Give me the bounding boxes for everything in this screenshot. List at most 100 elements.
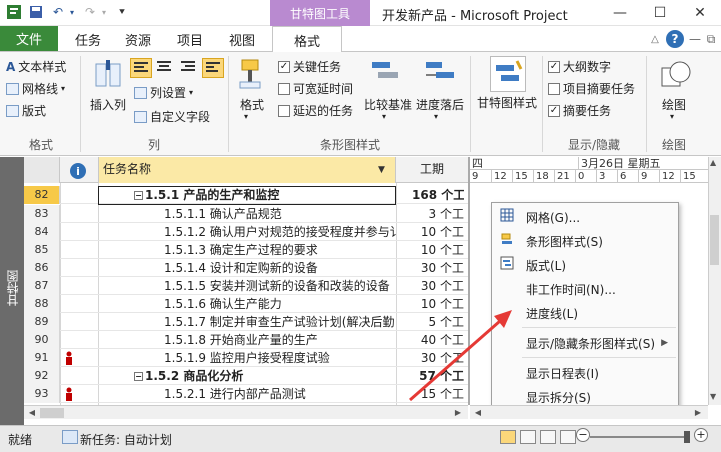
- task-name-cell[interactable]: 1.5.1.4 设计和定购新的设备: [164, 259, 396, 277]
- duration-cell[interactable]: 3 个工: [412, 205, 464, 223]
- duration-cell[interactable]: 168 个工: [412, 186, 464, 204]
- menu-item-layout[interactable]: 版式(L): [492, 253, 678, 277]
- layout-button[interactable]: 版式: [6, 102, 46, 119]
- compare-baseline-button[interactable]: 比较基准: [362, 96, 414, 113]
- task-name-cell[interactable]: 1.5.1.9 监控用户接受程度试验: [164, 349, 396, 367]
- undo-dropdown-icon[interactable]: ▾: [64, 4, 80, 20]
- collapse-ribbon-icon[interactable]: △: [646, 30, 664, 48]
- task-name-cell[interactable]: 1.5.1.2 确认用户对规范的接受程度并参与讠: [164, 223, 396, 241]
- menu-item-gridlines[interactable]: 网格(G)...: [492, 205, 678, 229]
- help-icon[interactable]: ?: [666, 30, 684, 48]
- horizontal-scroll-thumb[interactable]: [40, 408, 64, 418]
- late-tasks-checkbox[interactable]: 延迟的任务: [278, 102, 353, 119]
- table-row[interactable]: 83 1.5.1.1 确认产品规范 3 个工: [24, 205, 468, 223]
- menu-item-label: 版式(L): [526, 258, 567, 273]
- zoom-slider[interactable]: [590, 436, 690, 438]
- gantt-view-button[interactable]: [500, 430, 516, 444]
- scroll-right-icon[interactable]: ▶: [692, 407, 704, 419]
- duration-cell[interactable]: 30 个工: [412, 259, 464, 277]
- menu-item-bar-styles[interactable]: 条形图样式(S): [492, 229, 678, 253]
- table-row[interactable]: 84 1.5.1.2 确认用户对规范的接受程度并参与讠 10 个工: [24, 223, 468, 241]
- insert-column-button[interactable]: 插入列: [86, 96, 130, 113]
- minimize-button[interactable]: —: [600, 0, 640, 26]
- slippage-button[interactable]: 进度落后: [414, 96, 466, 113]
- zoom-in-icon[interactable]: +: [694, 428, 708, 442]
- column-header-task-name[interactable]: 任务名称: [98, 157, 396, 183]
- outline-number-checkbox[interactable]: ✓ 大纲数字: [548, 58, 611, 75]
- info-icon: i: [70, 163, 86, 179]
- chevron-down-icon: ▾: [670, 112, 675, 121]
- zoom-slider-thumb[interactable]: [684, 431, 690, 443]
- task-name-cell[interactable]: 1.5.1.8 开始商业产量的生产: [164, 331, 396, 349]
- tab-resource[interactable]: 资源: [118, 26, 158, 52]
- scroll-up-icon[interactable]: ▲: [710, 158, 716, 167]
- gridlines-button[interactable]: 网格线 ▾: [6, 80, 65, 97]
- critical-tasks-checkbox[interactable]: ✓ 关键任务: [278, 58, 341, 75]
- zoom-out-icon[interactable]: −: [576, 428, 590, 442]
- tab-file[interactable]: 文件: [0, 26, 58, 51]
- slippage-icon: [424, 58, 456, 91]
- scroll-left-icon[interactable]: ◀: [26, 407, 38, 419]
- annotation-arrow-icon: [409, 310, 512, 402]
- chevron-down-icon: ▾: [189, 88, 194, 97]
- new-task-mode-button[interactable]: 新任务: 自动计划: [80, 431, 172, 448]
- bar-style-icon: [492, 232, 522, 250]
- team-planner-view-button[interactable]: [540, 430, 556, 444]
- task-name-cell[interactable]: 1.5.1.6 确认生产能力: [164, 295, 396, 313]
- timescale-tick: 12: [659, 170, 675, 183]
- align-right-button[interactable]: [178, 58, 200, 78]
- slack-checkbox[interactable]: 可宽延时间: [278, 80, 353, 97]
- task-name-cell[interactable]: 1.5.1.1 确认产品规范: [164, 205, 396, 223]
- task-name-cell[interactable]: −1.5.2 商品化分析: [134, 367, 404, 385]
- menu-item-label: 网格(G)...: [526, 210, 581, 225]
- maximize-button[interactable]: ☐: [640, 0, 680, 26]
- scroll-left-icon[interactable]: ◀: [472, 407, 484, 419]
- chevron-down-icon[interactable]: ▼: [378, 165, 385, 175]
- scroll-down-icon[interactable]: ▼: [710, 392, 716, 401]
- resource-person-icon: [64, 387, 74, 401]
- tab-view[interactable]: 视图: [222, 26, 262, 52]
- ribbon-restore-icon[interactable]: ⧉: [702, 30, 720, 48]
- drawing-button[interactable]: 绘图: [654, 96, 694, 113]
- custom-fields-button[interactable]: 自定义字段: [134, 108, 210, 125]
- menu-item-nonworking-time[interactable]: 非工作时间(N)...: [492, 277, 678, 301]
- align-left-button[interactable]: [130, 58, 152, 78]
- align-center-button[interactable]: [154, 58, 176, 78]
- text-styles-button[interactable]: A 文本样式: [6, 58, 66, 75]
- summary-tasks-checkbox[interactable]: ✓ 摘要任务: [548, 102, 611, 119]
- save-icon[interactable]: [28, 4, 44, 20]
- tab-task[interactable]: 任务: [68, 26, 108, 52]
- task-name-cell[interactable]: 1.5.1.7 制定并审查生产试验计划(解决后勤: [164, 313, 396, 331]
- task-usage-view-button[interactable]: [520, 430, 536, 444]
- duration-cell[interactable]: 10 个工: [412, 241, 464, 259]
- grid-horizontal-scrollbar[interactable]: ◀ ▶: [24, 405, 468, 419]
- column-header-duration[interactable]: 工期: [420, 160, 444, 177]
- select-all-corner[interactable]: [24, 157, 60, 183]
- customize-qat-icon[interactable]: ⯆: [114, 4, 130, 20]
- close-button[interactable]: ✕: [680, 0, 720, 26]
- scroll-right-icon[interactable]: ▶: [452, 407, 464, 419]
- project-summary-checkbox[interactable]: 项目摘要任务: [548, 80, 635, 97]
- task-name-cell[interactable]: 1.5.1.5 安装并测试新的设备和改装的设备: [164, 277, 396, 295]
- table-row[interactable]: 87 1.5.1.5 安装并测试新的设备和改装的设备 30 个工: [24, 277, 468, 295]
- wrap-text-button[interactable]: [202, 58, 224, 78]
- tab-format[interactable]: 格式: [272, 26, 342, 53]
- task-name-cell[interactable]: 1.5.1.3 确定生产过程的要求: [164, 241, 396, 259]
- vertical-scrollbar[interactable]: [708, 157, 721, 405]
- resource-sheet-view-button[interactable]: [560, 430, 576, 444]
- collapse-icon[interactable]: −: [134, 372, 143, 381]
- task-name-cell[interactable]: 1.5.2.1 进行内部产品测试: [164, 385, 396, 403]
- bar-format-button[interactable]: 格式: [234, 96, 270, 113]
- table-row[interactable]: 85 1.5.1.3 确定生产过程的要求 10 个工: [24, 241, 468, 259]
- gantt-chart-style-button[interactable]: 甘特图样式: [474, 94, 540, 111]
- duration-cell[interactable]: 10 个工: [412, 223, 464, 241]
- gantt-horizontal-scrollbar[interactable]: ◀ ▶: [470, 405, 708, 419]
- duration-cell[interactable]: 30 个工: [412, 277, 464, 295]
- vertical-scroll-thumb[interactable]: [710, 215, 719, 265]
- table-row[interactable]: 86 1.5.1.4 设计和定购新的设备 30 个工: [24, 259, 468, 277]
- context-tab-label: 甘特图工具: [270, 0, 370, 26]
- tab-project[interactable]: 项目: [170, 26, 210, 52]
- timescale-tick: 15: [680, 170, 696, 183]
- column-settings-button[interactable]: 列设置 ▾: [134, 84, 193, 101]
- redo-dropdown-icon[interactable]: ▾: [96, 4, 112, 20]
